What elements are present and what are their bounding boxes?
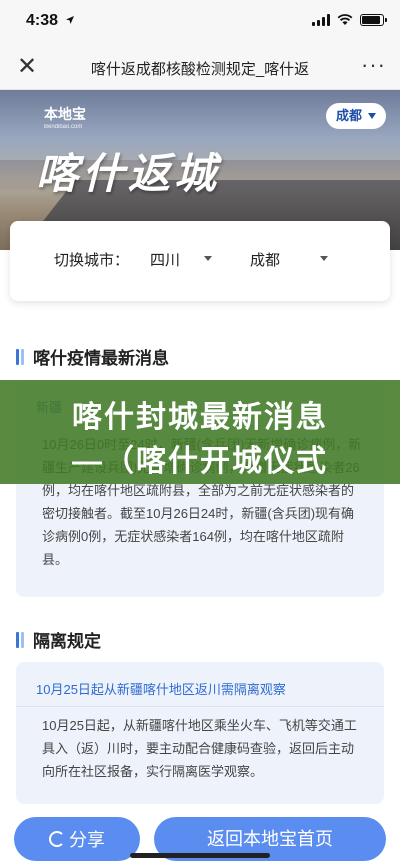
close-icon[interactable]: ✕ — [14, 54, 40, 80]
section-bar-icon — [16, 348, 24, 365]
section-header-outbreak: 喀什疫情最新消息 — [16, 344, 169, 369]
share-button[interactable]: 分享 — [14, 817, 140, 861]
city-select[interactable]: 成都 — [250, 249, 340, 270]
battery-icon — [360, 14, 387, 26]
city-selector-label: 切换城市： — [54, 252, 130, 269]
overlay-line-1: 喀什封城最新消息 — [72, 401, 328, 434]
nav-bar: ✕ 喀什返成都核酸检测规定_喀什返 ··· — [0, 44, 400, 90]
city-switch-button[interactable]: 成都 — [326, 103, 386, 129]
cellular-signal-icon — [312, 14, 330, 26]
share-icon — [49, 831, 65, 847]
overlay-line-2: —（喀什开城仪式 — [72, 445, 328, 478]
status-time: 4:38 — [26, 12, 75, 30]
logo: 本地宝 Bendibao.com — [44, 106, 86, 130]
wifi-icon — [337, 14, 353, 25]
caret-down-icon — [368, 113, 376, 119]
status-icons — [312, 14, 387, 26]
section-header-quarantine: 隔离规定 — [16, 627, 101, 652]
caret-down-icon — [204, 256, 212, 261]
province-select[interactable]: 四川 — [150, 249, 220, 270]
card-headline[interactable]: 10月25日起从新疆喀什地区返川需隔离观察 — [36, 679, 286, 698]
more-icon[interactable]: ··· — [361, 52, 386, 78]
caret-down-icon — [320, 256, 328, 261]
section-bar-icon — [16, 631, 24, 648]
overlay-banner: 喀什封城最新消息 —（喀什开城仪式 — [0, 380, 400, 484]
banner-title: 喀什返城 — [36, 150, 221, 197]
city-selector-card: 切换城市： 四川 成都 — [10, 221, 390, 301]
quarantine-card: 10月25日起从新疆喀什地区返川需隔离观察 10月25日起，从新疆喀什地区乘坐火… — [16, 662, 384, 804]
location-arrow-icon — [66, 16, 75, 24]
page-title: 喀什返成都核酸检测规定_喀什返 — [90, 61, 310, 78]
city-pill-label: 成都 — [336, 108, 363, 123]
card-body: 10月25日起，从新疆喀什地区乘坐火车、飞机等交通工具入（返）川时，要主动配合健… — [42, 718, 357, 779]
status-bar: 4:38 — [0, 0, 400, 44]
home-indicator — [130, 853, 270, 858]
